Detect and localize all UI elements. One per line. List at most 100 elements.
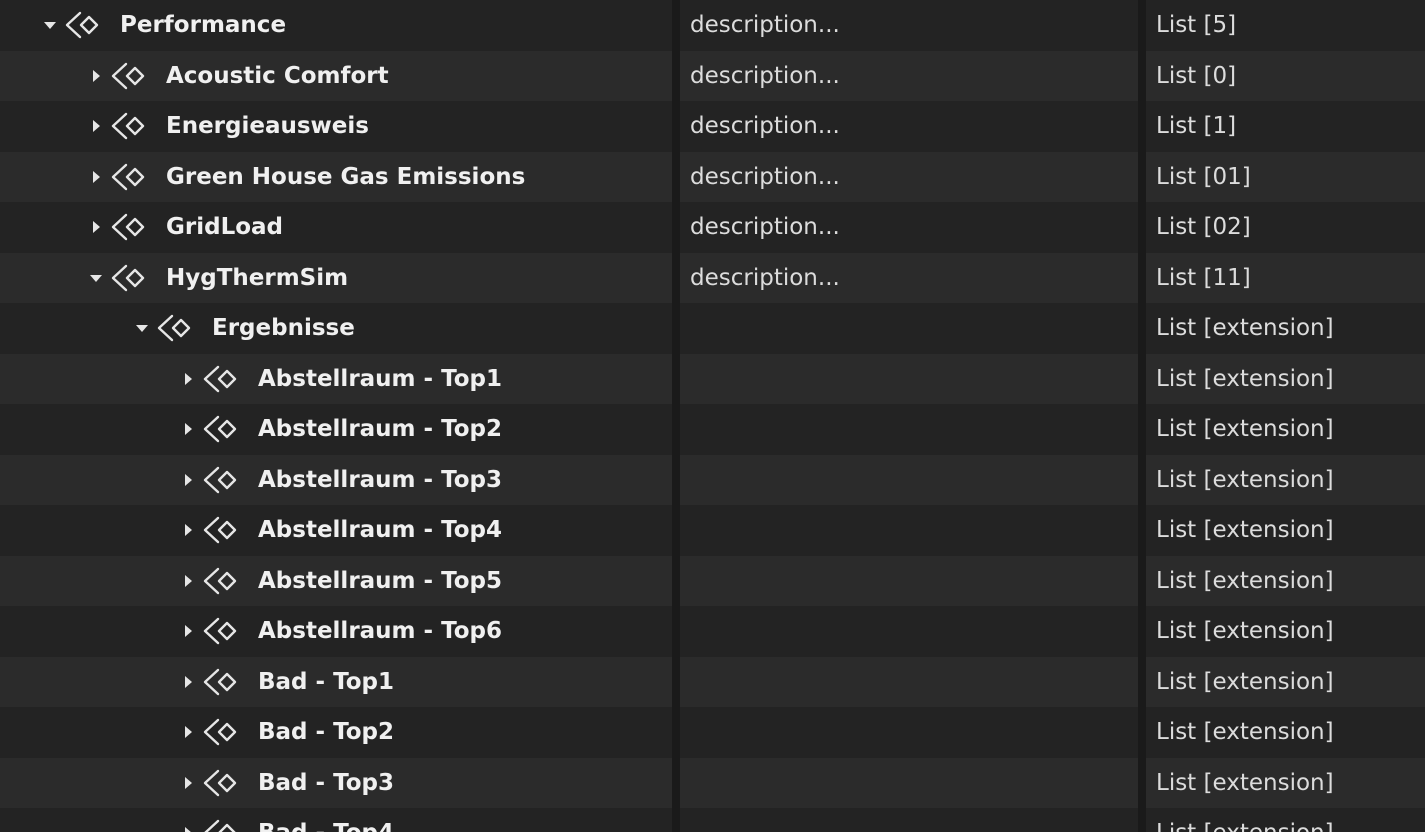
type-text: List [extension] — [1156, 567, 1334, 594]
tree-row[interactable]: Abstellraum - Top3 List [extension] — [0, 454, 1425, 505]
description-cell[interactable] — [680, 404, 1138, 455]
type-cell[interactable]: List [extension] — [1146, 707, 1425, 758]
tree-row[interactable]: HygThermSim description... List [11] — [0, 252, 1425, 303]
type-cell[interactable]: List [extension] — [1146, 353, 1425, 404]
type-cell[interactable]: List [1] — [1146, 101, 1425, 152]
type-cell[interactable]: List [5] — [1146, 0, 1425, 51]
tree-row[interactable]: Abstellraum - Top1 List [extension] — [0, 353, 1425, 404]
type-cell[interactable]: List [01] — [1146, 151, 1425, 202]
name-cell[interactable]: GridLoad — [0, 202, 672, 253]
tree-row[interactable]: Energieausweis description... List [1] — [0, 101, 1425, 152]
node-diamond-icon — [156, 313, 196, 343]
description-cell[interactable] — [680, 606, 1138, 657]
tree-row[interactable]: Green House Gas Emissions description... L… — [0, 151, 1425, 202]
name-cell[interactable]: Abstellraum - Top2 — [0, 404, 672, 455]
triangle-right-icon[interactable] — [178, 419, 198, 439]
triangle-right-icon[interactable] — [178, 470, 198, 490]
node-diamond-icon — [64, 10, 104, 40]
name-cell[interactable]: Abstellraum - Top4 — [0, 505, 672, 556]
name-cell[interactable]: Bad - Top4 — [0, 808, 672, 832]
triangle-right-icon[interactable] — [86, 116, 106, 136]
type-cell[interactable]: List [extension] — [1146, 454, 1425, 505]
triangle-right-icon[interactable] — [178, 520, 198, 540]
name-cell[interactable]: Green House Gas Emissions — [0, 151, 672, 202]
tree-row[interactable]: Abstellraum - Top4 List [extension] — [0, 505, 1425, 556]
tree-row[interactable]: GridLoad description... List [02] — [0, 202, 1425, 253]
tree-row[interactable]: Bad - Top3 List [extension] — [0, 757, 1425, 808]
type-cell[interactable]: List [extension] — [1146, 555, 1425, 606]
type-text: List [01] — [1156, 163, 1251, 190]
type-cell[interactable]: List [extension] — [1146, 303, 1425, 354]
description-cell[interactable]: description... — [680, 101, 1138, 152]
type-cell[interactable]: List [extension] — [1146, 404, 1425, 455]
triangle-right-icon[interactable] — [86, 66, 106, 86]
triangle-right-icon[interactable] — [178, 722, 198, 742]
name-cell[interactable]: Bad - Top2 — [0, 707, 672, 758]
description-cell[interactable]: description... — [680, 151, 1138, 202]
node-label: Ergebnisse — [212, 315, 355, 342]
description-cell[interactable] — [680, 656, 1138, 707]
name-cell[interactable]: HygThermSim — [0, 252, 672, 303]
triangle-right-icon[interactable] — [178, 621, 198, 641]
description-cell[interactable]: description... — [680, 0, 1138, 51]
triangle-right-icon[interactable] — [86, 217, 106, 237]
triangle-right-icon[interactable] — [86, 167, 106, 187]
tree-row[interactable]: Bad - Top2 List [extension] — [0, 707, 1425, 758]
name-cell[interactable]: Energieausweis — [0, 101, 672, 152]
tree-row[interactable]: Ergebnisse List [extension] — [0, 303, 1425, 354]
description-cell[interactable] — [680, 707, 1138, 758]
triangle-right-icon[interactable] — [178, 369, 198, 389]
description-cell[interactable] — [680, 454, 1138, 505]
type-cell[interactable]: List [11] — [1146, 252, 1425, 303]
triangle-down-icon[interactable] — [86, 268, 106, 288]
name-cell[interactable]: Acoustic Comfort — [0, 50, 672, 101]
tree-row[interactable]: Abstellraum - Top2 List [extension] — [0, 404, 1425, 455]
column-separator[interactable] — [672, 0, 680, 832]
triangle-right-icon[interactable] — [178, 672, 198, 692]
triangle-right-icon[interactable] — [178, 773, 198, 793]
name-cell[interactable]: Ergebnisse — [0, 303, 672, 354]
tree-row[interactable]: Bad - Top1 List [extension] — [0, 656, 1425, 707]
description-cell[interactable] — [680, 808, 1138, 832]
tree-row[interactable]: Performance description... List [5] — [0, 0, 1425, 51]
name-cell[interactable]: Abstellraum - Top3 — [0, 454, 672, 505]
tree-row[interactable]: Abstellraum - Top6 List [extension] — [0, 606, 1425, 657]
triangle-right-icon[interactable] — [178, 571, 198, 591]
name-cell[interactable]: Performance — [0, 0, 672, 51]
description-cell[interactable] — [680, 353, 1138, 404]
description-cell[interactable] — [680, 757, 1138, 808]
triangle-right-icon[interactable] — [178, 823, 198, 832]
description-cell[interactable] — [680, 555, 1138, 606]
type-cell[interactable]: List [extension] — [1146, 606, 1425, 657]
name-cell[interactable]: Abstellraum - Top6 — [0, 606, 672, 657]
description-text: description... — [690, 62, 840, 89]
type-cell[interactable]: List [extension] — [1146, 505, 1425, 556]
description-cell[interactable]: description... — [680, 252, 1138, 303]
type-cell[interactable]: List [extension] — [1146, 656, 1425, 707]
tree-row[interactable]: Abstellraum - Top5 List [extension] — [0, 555, 1425, 606]
type-cell[interactable]: List [0] — [1146, 50, 1425, 101]
column-separator[interactable] — [1138, 0, 1146, 832]
description-cell[interactable]: description... — [680, 50, 1138, 101]
tree-row[interactable]: Acoustic Comfort description... List [0] — [0, 50, 1425, 101]
description-cell[interactable] — [680, 303, 1138, 354]
name-cell[interactable]: Abstellraum - Top1 — [0, 353, 672, 404]
type-cell[interactable]: List [extension] — [1146, 808, 1425, 832]
triangle-down-icon[interactable] — [40, 15, 60, 35]
triangle-down-icon[interactable] — [132, 318, 152, 338]
type-cell[interactable]: List [02] — [1146, 202, 1425, 253]
description-cell[interactable] — [680, 505, 1138, 556]
type-text: List [extension] — [1156, 719, 1334, 746]
type-cell[interactable]: List [extension] — [1146, 757, 1425, 808]
node-label: Bad - Top1 — [258, 668, 394, 695]
tree-row[interactable]: Bad - Top4 List [extension] — [0, 808, 1425, 832]
node-diamond-icon — [110, 61, 150, 91]
description-text: description... — [690, 113, 840, 140]
description-text: description... — [690, 12, 840, 39]
name-cell[interactable]: Bad - Top3 — [0, 757, 672, 808]
description-cell[interactable]: description... — [680, 202, 1138, 253]
node-label: Abstellraum - Top5 — [258, 567, 502, 594]
node-label: Bad - Top4 — [258, 820, 394, 832]
name-cell[interactable]: Bad - Top1 — [0, 656, 672, 707]
name-cell[interactable]: Abstellraum - Top5 — [0, 555, 672, 606]
